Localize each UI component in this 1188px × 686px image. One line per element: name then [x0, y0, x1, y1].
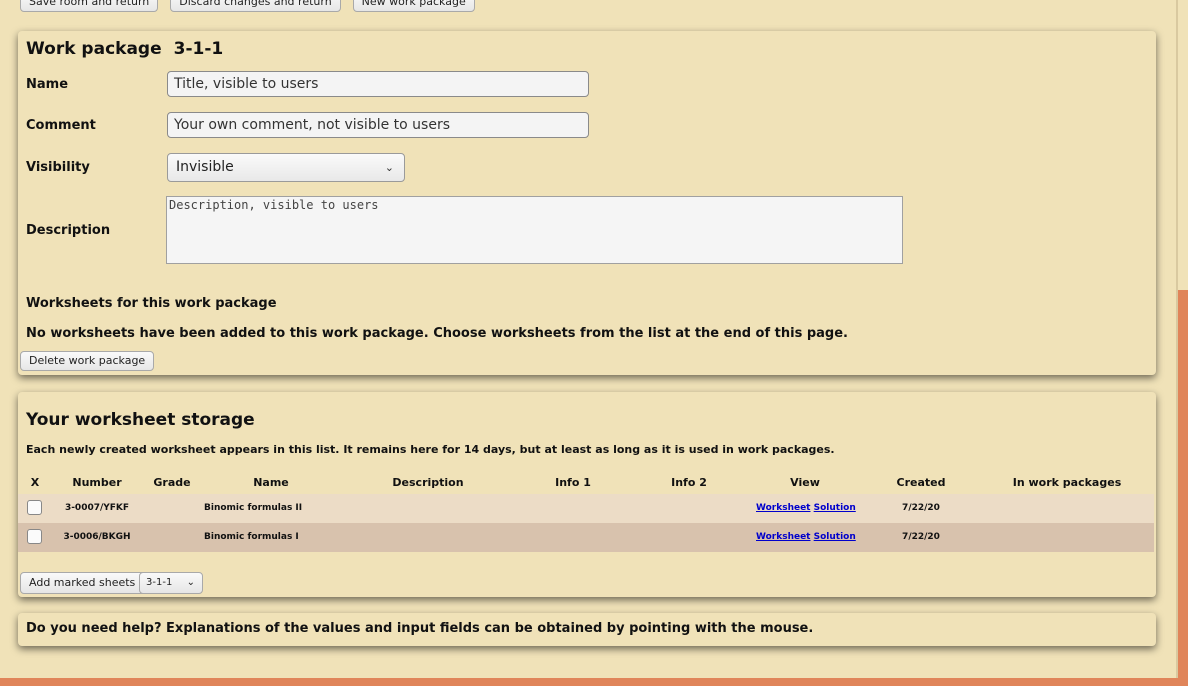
col-info2: Info 2	[671, 476, 707, 489]
name-label: Name	[26, 77, 69, 92]
help-panel: Do you need help? Explanations of the va…	[18, 613, 1156, 646]
row-checkbox[interactable]	[27, 500, 42, 515]
delete-work-package-button[interactable]: Delete work package	[20, 351, 155, 371]
work-package-panel: Work package 3-1-1 Name Title, visible to…	[18, 31, 1156, 375]
chevron-down-icon: ⌄	[186, 577, 195, 588]
table-row: 3-0006/BKGH Binomic formulas I Worksheet…	[18, 523, 1154, 552]
visibility-select[interactable]: Invisible ⌄	[167, 153, 405, 182]
work-package-number: 3-1-1	[173, 39, 224, 59]
help-text: Do you need help? Explanations of the va…	[26, 621, 814, 636]
col-grade: Grade	[153, 476, 191, 489]
col-x: X	[30, 476, 40, 489]
right-edge-strip	[1176, 0, 1188, 686]
row-checkbox[interactable]	[27, 529, 42, 544]
no-worksheets-message: No worksheets have been added to this wo…	[26, 326, 848, 341]
description-label: Description	[26, 223, 111, 238]
comment-input[interactable]: Your own comment, not visible to users	[167, 112, 589, 138]
storage-title: Your worksheet storage	[26, 410, 255, 430]
col-number: Number	[72, 476, 122, 489]
scrollbar-track	[1178, 290, 1188, 686]
col-in-packages: In work packages	[1012, 476, 1122, 489]
description-textarea[interactable]: Description, visible to users	[166, 196, 903, 264]
row-number: 3-0006/BKGH	[63, 532, 131, 542]
col-view: View	[790, 476, 820, 489]
table-row: 3-0007/YFKF Binomic formulas II Workshee…	[18, 494, 1154, 523]
row-name: Binomic formulas II	[204, 503, 303, 513]
worksheets-heading: Worksheets for this work package	[26, 296, 277, 311]
col-info1: Info 1	[555, 476, 591, 489]
work-package-title: Work package 3-1-1	[26, 39, 223, 59]
work-package-title-label: Work package	[26, 39, 162, 59]
row-created: 7/22/20	[902, 503, 940, 513]
discard-changes-button[interactable]: Discard changes and return	[170, 0, 341, 12]
table-header: X Number Grade Name Description Info 1 I…	[18, 476, 1156, 492]
comment-label: Comment	[26, 118, 96, 133]
col-description: Description	[392, 476, 464, 489]
target-package-select[interactable]: 3-1-1 ⌄	[139, 572, 203, 594]
visibility-label: Visibility	[26, 160, 90, 175]
row-number: 3-0007/YFKF	[64, 503, 130, 513]
row-name: Binomic formulas I	[204, 532, 299, 542]
visibility-value: Invisible	[176, 159, 234, 175]
target-package-value: 3-1-1	[146, 577, 173, 588]
top-toolbar: Save room and return Discard changes and…	[20, 0, 475, 12]
storage-info: Each newly created worksheet appears in …	[26, 443, 835, 456]
worksheet-storage-panel: Your worksheet storage Each newly create…	[18, 392, 1156, 597]
row-view-links: Worksheet Solution	[756, 503, 856, 513]
save-room-button[interactable]: Save room and return	[20, 0, 159, 12]
solution-link[interactable]: Solution	[814, 532, 856, 542]
solution-link[interactable]: Solution	[814, 503, 856, 513]
row-view-links: Worksheet Solution	[756, 532, 856, 542]
col-created: Created	[896, 476, 946, 489]
bottom-edge-strip	[0, 678, 1188, 686]
worksheet-link[interactable]: Worksheet	[756, 503, 811, 513]
row-created: 7/22/20	[902, 532, 940, 542]
new-work-package-button[interactable]: New work package	[352, 0, 475, 12]
chevron-down-icon: ⌄	[384, 161, 394, 174]
col-name: Name	[253, 476, 289, 489]
name-input[interactable]: Title, visible to users	[167, 71, 589, 97]
page: Save room and return Discard changes and…	[0, 0, 1176, 668]
worksheet-link[interactable]: Worksheet	[756, 532, 811, 542]
add-marked-sheets-button[interactable]: Add marked sheets to	[20, 572, 159, 594]
